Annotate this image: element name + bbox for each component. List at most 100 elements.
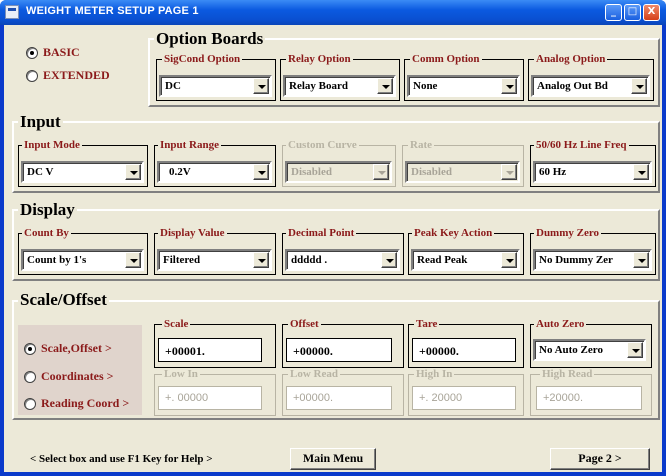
help-text: < Select box and use F1 Key for Help >: [30, 453, 213, 465]
high-in-input[interactable]: +. 20000: [412, 386, 516, 410]
dummy-zero-value: No Dummy Zer: [539, 254, 613, 266]
comm-label: Comm Option: [410, 53, 482, 65]
decimal-point-select[interactable]: ddddd .: [285, 249, 400, 271]
low-in-label: Low In: [162, 368, 200, 380]
extended-radio[interactable]: EXTENDED: [26, 68, 110, 83]
relay-label: Relay Option: [286, 53, 353, 65]
low-read-label: Low Read: [288, 368, 340, 380]
offset-value: +00000.: [293, 344, 333, 358]
relay-select[interactable]: Relay Board: [283, 75, 396, 97]
line-freq-label: 50/60 Hz Line Freq: [534, 139, 629, 151]
extended-label: EXTENDED: [43, 68, 110, 82]
dummy-zero-label: Dummy Zero: [534, 227, 602, 239]
dropdown-arrow-icon[interactable]: [501, 164, 517, 180]
low-in-value: +. 00000: [165, 392, 209, 404]
coordinates-radio[interactable]: Coordinates >: [24, 369, 114, 384]
dropdown-arrow-icon[interactable]: [627, 342, 643, 358]
tare-label: Tare: [414, 318, 440, 330]
count-by-label: Count By: [22, 227, 71, 239]
sigcond-select[interactable]: DC: [159, 75, 272, 97]
count-by-select[interactable]: Count by 1's: [21, 249, 144, 271]
offset-label: Offset: [288, 318, 321, 330]
dropdown-arrow-icon[interactable]: [253, 164, 269, 180]
dummy-zero-select[interactable]: No Dummy Zer: [533, 249, 652, 271]
input-title: Input: [18, 112, 63, 131]
dropdown-arrow-icon[interactable]: [501, 252, 517, 268]
input-mode-select[interactable]: DC V: [21, 161, 144, 183]
analog-value: Analog Out Bd: [537, 80, 608, 92]
sigcond-label: SigCond Option: [162, 53, 243, 65]
scale-offset-radio[interactable]: Scale,Offset >: [24, 341, 112, 356]
analog-label: Analog Option: [534, 53, 608, 65]
auto-zero-select[interactable]: No Auto Zero: [533, 339, 646, 361]
main-menu-button[interactable]: Main Menu: [290, 448, 376, 470]
line-freq-value: 60 Hz: [539, 166, 567, 178]
rate-label: Rate: [408, 139, 434, 151]
rate-value: Disabled: [411, 166, 452, 178]
input-range-select[interactable]: 0.2V: [157, 161, 272, 183]
low-read-value: +00000.: [293, 392, 334, 404]
radio-indicator: [26, 69, 38, 82]
dropdown-arrow-icon[interactable]: [373, 164, 389, 180]
high-in-label: High In: [414, 368, 455, 380]
radio-indicator: [26, 46, 38, 59]
dropdown-arrow-icon[interactable]: [125, 252, 141, 268]
auto-zero-label: Auto Zero: [534, 318, 587, 330]
dropdown-arrow-icon[interactable]: [501, 78, 517, 94]
peak-key-value: Read Peak: [417, 254, 468, 266]
dropdown-arrow-icon[interactable]: [253, 78, 269, 94]
offset-input[interactable]: +00000.: [286, 338, 392, 362]
low-read-input[interactable]: +00000.: [286, 386, 392, 410]
title-bar[interactable]: WEIGHT METER SETUP PAGE 1 _ □ X: [0, 0, 666, 25]
tare-value: +00000.: [419, 344, 459, 358]
minimize-button[interactable]: _: [605, 4, 622, 21]
window-title: WEIGHT METER SETUP PAGE 1: [26, 5, 199, 17]
radio-indicator: [24, 397, 36, 410]
dropdown-arrow-icon[interactable]: [377, 78, 393, 94]
high-read-value: +20000.: [543, 392, 584, 404]
display-value-value: Filtered: [163, 254, 201, 266]
custom-curve-label: Custom Curve: [286, 139, 359, 151]
maximize-button[interactable]: □: [624, 4, 641, 21]
count-by-value: Count by 1's: [27, 254, 87, 266]
high-in-value: +. 20000: [419, 392, 463, 404]
dropdown-arrow-icon[interactable]: [381, 252, 397, 268]
app-window: WEIGHT METER SETUP PAGE 1 _ □ X BASIC EX…: [0, 0, 666, 476]
rate-select[interactable]: Disabled: [405, 161, 520, 183]
peak-key-label: Peak Key Action: [412, 227, 495, 239]
display-value-label: Display Value: [158, 227, 227, 239]
input-mode-value: DC V: [27, 166, 54, 178]
page-2-button[interactable]: Page 2 >: [550, 448, 650, 470]
tare-input[interactable]: +00000.: [412, 338, 516, 362]
comm-select[interactable]: None: [407, 75, 520, 97]
reading-coord-radio[interactable]: Reading Coord >: [24, 396, 129, 411]
decimal-point-label: Decimal Point: [286, 227, 357, 239]
dropdown-arrow-icon[interactable]: [633, 252, 649, 268]
high-read-label: High Read: [540, 368, 595, 380]
scale-value: +00001.: [165, 344, 205, 358]
input-mode-label: Input Mode: [22, 139, 82, 151]
custom-curve-select[interactable]: Disabled: [285, 161, 392, 183]
high-read-input[interactable]: +20000.: [536, 386, 642, 410]
coordinates-radio-label: Coordinates >: [41, 369, 114, 383]
dropdown-arrow-icon[interactable]: [125, 164, 141, 180]
dropdown-arrow-icon[interactable]: [631, 78, 647, 94]
dropdown-arrow-icon[interactable]: [633, 164, 649, 180]
decimal-point-value: ddddd .: [291, 254, 328, 266]
app-icon: [5, 5, 19, 19]
radio-indicator: [24, 342, 36, 355]
low-in-input[interactable]: +. 00000: [158, 386, 262, 410]
close-button[interactable]: X: [643, 4, 660, 21]
comm-value: None: [413, 80, 438, 92]
scale-input[interactable]: +00001.: [158, 338, 262, 362]
line-freq-select[interactable]: 60 Hz: [533, 161, 652, 183]
dropdown-arrow-icon[interactable]: [253, 252, 269, 268]
reading-coord-radio-label: Reading Coord >: [41, 396, 130, 410]
basic-radio[interactable]: BASIC: [26, 45, 80, 60]
custom-curve-value: Disabled: [291, 166, 332, 178]
analog-select[interactable]: Analog Out Bd: [531, 75, 650, 97]
input-range-value: 0.2V: [169, 166, 191, 178]
sigcond-value: DC: [165, 80, 181, 92]
display-value-select[interactable]: Filtered: [157, 249, 272, 271]
peak-key-select[interactable]: Read Peak: [411, 249, 520, 271]
